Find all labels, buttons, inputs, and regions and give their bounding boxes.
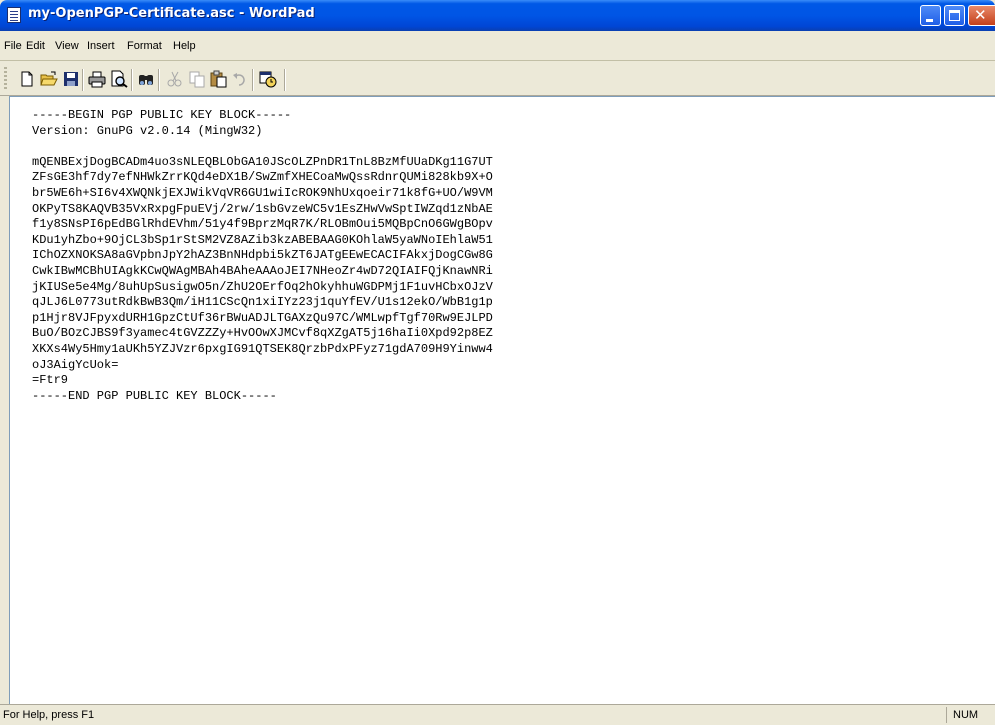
open-folder-icon[interactable] (40, 70, 58, 88)
maximize-button[interactable] (944, 5, 965, 26)
document-line[interactable]: oJ3AigYcUok= (32, 358, 493, 374)
menu-edit[interactable]: Edit (26, 40, 45, 52)
menu-file[interactable]: File (4, 40, 22, 52)
document-line[interactable]: OKPyTS8KAQVB35VxRxpgFpuEVj/2rw/1sbGvzeWC… (32, 202, 493, 218)
insert-date-time-icon[interactable] (259, 70, 277, 88)
wordpad-app-icon[interactable] (7, 7, 21, 23)
toolbar-separator (82, 69, 84, 91)
minimize-icon (926, 19, 933, 22)
document-line[interactable]: p1Hjr8VJFpyxdURH1GpzCtUf36rBWuADJLTGAXzQ… (32, 311, 493, 327)
menu-help[interactable]: Help (173, 40, 196, 52)
toolbar-separator (252, 69, 254, 91)
document-line[interactable]: =Ftr9 (32, 373, 493, 389)
document-text[interactable]: -----BEGIN PGP PUBLIC KEY BLOCK----- Vers… (32, 108, 493, 404)
document-line[interactable]: XKXs4Wy5Hmy1aUKh5YZJVzr6pxgIG91QTSEK8Qrz… (32, 342, 493, 358)
window-title: my-OpenPGP-Certificate.asc - WordPad (28, 6, 315, 21)
toolbar (0, 61, 995, 96)
copy-icon[interactable] (188, 70, 206, 88)
close-button[interactable]: ✕ (968, 5, 995, 26)
toolbar-separator (284, 69, 286, 91)
minimize-button[interactable] (920, 5, 941, 26)
document-line[interactable]: jKIUSe5e4Mg/8uhUpSusigwO5n/ZhU2OErfOq2hO… (32, 280, 493, 296)
menu-view[interactable]: View (55, 40, 79, 52)
save-disk-icon[interactable] (62, 70, 80, 88)
title-bar[interactable]: my-OpenPGP-Certificate.asc - WordPad ✕ (0, 0, 995, 31)
toolbar-separator (131, 69, 133, 91)
status-bar: For Help, press F1 NUM (0, 704, 995, 725)
num-lock-indicator: NUM (946, 707, 982, 723)
status-help-text: For Help, press F1 (3, 709, 95, 721)
menu-bar: File Edit View Insert Format Help (0, 31, 995, 61)
toolbar-separator (158, 69, 160, 91)
document-line[interactable]: CwkIBwMCBhUIAgkKCwQWAgMBAh4BAheAAAoJEI7N… (32, 264, 493, 280)
document-line[interactable]: BuO/BOzCJBS9f3yamec4tGVZZZy+HvOOwXJMCvf8… (32, 326, 493, 342)
document-line[interactable]: KDu1yhZbo+9OjCL3bSp1rStSM2VZ8AZib3kzABEB… (32, 233, 493, 249)
find-binoculars-icon[interactable] (137, 70, 155, 88)
menu-insert[interactable]: Insert (87, 40, 115, 52)
document-line[interactable]: qJLJ6L0773utRdkBwB3Qm/iH11CScQn1xiIYz23j… (32, 295, 493, 311)
document-line[interactable]: Version: GnuPG v2.0.14 (MingW32) (32, 124, 493, 140)
print-icon[interactable] (88, 70, 106, 88)
document-line[interactable]: -----BEGIN PGP PUBLIC KEY BLOCK----- (32, 108, 493, 124)
document-line[interactable]: br5WE6h+SI6v4XWQNkjEXJWikVqVR6GU1wiIcROK… (32, 186, 493, 202)
document-line[interactable]: IChOZXNOKSA8aGVpbnJpY2hAZ3BnNHdpbi5kZT6J… (32, 248, 493, 264)
document-line[interactable]: -----END PGP PUBLIC KEY BLOCK----- (32, 389, 493, 405)
undo-arrow-icon[interactable] (231, 70, 249, 88)
cut-scissors-icon[interactable] (166, 70, 184, 88)
document-left-margin (0, 96, 9, 704)
document-line[interactable]: mQENBExjDogBCADm4uo3sNLEQBLObGA10JScOLZP… (32, 155, 493, 171)
document-line[interactable]: ZFsGE3hf7dy7efNHWkZrrKQd4eDX1B/SwZmfXHEC… (32, 170, 493, 186)
document-editor[interactable]: -----BEGIN PGP PUBLIC KEY BLOCK----- Vers… (9, 96, 995, 705)
maximize-icon (949, 10, 960, 21)
menu-format[interactable]: Format (127, 40, 162, 52)
close-icon: ✕ (974, 6, 987, 24)
document-line[interactable] (32, 139, 493, 155)
new-document-icon[interactable] (18, 70, 36, 88)
document-line[interactable]: f1y8SNsPI6pEdBGlRhdEVhm/51y4f9BprzMqR7K/… (32, 217, 493, 233)
paste-clipboard-icon[interactable] (209, 70, 227, 88)
print-preview-icon[interactable] (110, 70, 128, 88)
toolbar-grip[interactable] (4, 67, 7, 91)
